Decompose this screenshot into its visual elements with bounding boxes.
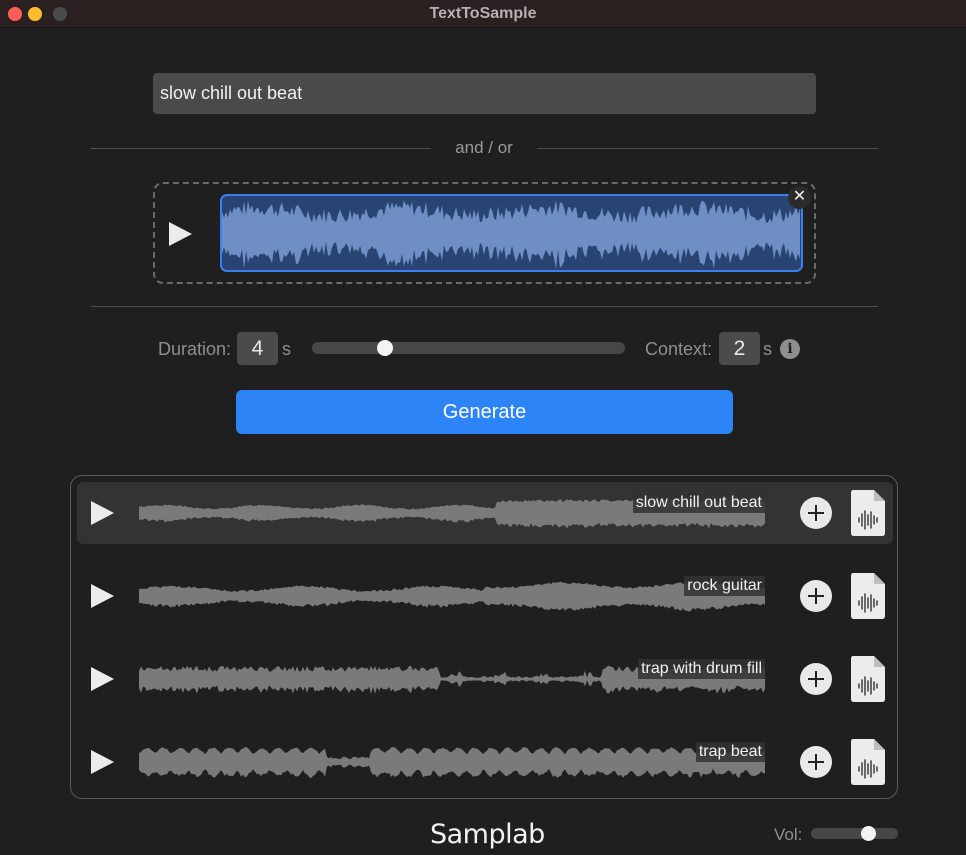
divider-right [537, 148, 878, 149]
close-icon[interactable]: ✕ [788, 186, 811, 209]
audio-file-icon[interactable] [850, 738, 886, 786]
play-icon[interactable] [89, 583, 115, 609]
audio-file-icon[interactable] [850, 489, 886, 537]
plus-icon[interactable] [800, 497, 832, 529]
play-icon[interactable] [167, 221, 193, 247]
waveform-shape [222, 200, 800, 270]
separator-text: and / or [455, 138, 513, 157]
audio-file-icon[interactable] [850, 655, 886, 703]
play-icon[interactable] [89, 666, 115, 692]
plus-icon[interactable] [800, 746, 832, 778]
volume-label: Vol: [774, 825, 803, 844]
play-icon[interactable] [89, 500, 115, 526]
context-field[interactable]: 2 [719, 332, 760, 365]
brand-logo: Samplab [430, 819, 545, 850]
duration-unit: s [282, 339, 291, 359]
generate-button[interactable]: Generate [236, 390, 733, 434]
result-row[interactable]: trap with drum fill [77, 648, 893, 710]
volume-slider[interactable] [811, 828, 898, 839]
duration-field[interactable]: 4 [237, 332, 278, 365]
result-waveform[interactable] [139, 738, 765, 786]
plus-icon[interactable] [800, 663, 832, 695]
duration-slider-knob[interactable] [377, 340, 394, 356]
result-label: slow chill out beat [632, 493, 765, 513]
result-label: trap with drum fill [638, 659, 765, 679]
window-title: TextToSample [429, 5, 537, 22]
result-waveform[interactable] [139, 572, 765, 620]
reference-waveform-graphic [222, 200, 800, 270]
result-label: rock guitar [684, 576, 765, 596]
duration-slider[interactable] [312, 342, 625, 354]
context-unit: s [763, 339, 772, 359]
info-icon[interactable]: i [780, 339, 800, 359]
prompt-input[interactable] [153, 73, 816, 114]
waveform-shape [139, 747, 765, 779]
reference-waveform[interactable] [220, 194, 803, 272]
waveform-shape [139, 581, 765, 612]
context-label: Context: [645, 339, 713, 359]
result-row[interactable]: trap beat [77, 731, 893, 793]
result-label: trap beat [695, 742, 765, 762]
plus-icon[interactable] [800, 580, 832, 612]
divider-left [91, 148, 431, 149]
divider-params [91, 306, 878, 307]
title-bar: TextToSample [0, 0, 966, 28]
audio-file-icon[interactable] [850, 572, 886, 620]
result-row[interactable]: slow chill out beat [77, 482, 893, 544]
result-row[interactable]: rock guitar [77, 565, 893, 627]
duration-label: Duration: [158, 339, 232, 359]
play-icon[interactable] [89, 749, 115, 775]
